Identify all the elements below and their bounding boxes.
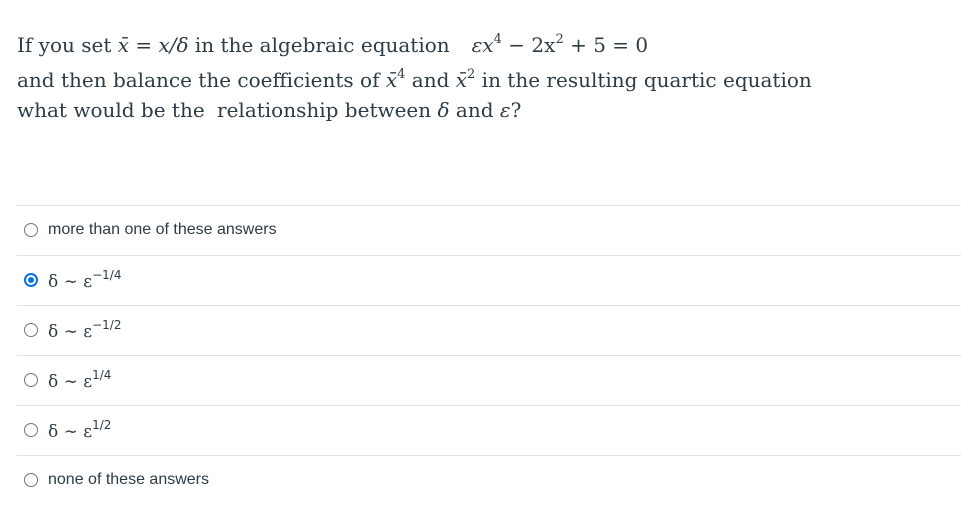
question-line2-end: in the resulting quartic equation [475, 68, 812, 92]
answer-math-exponent: 1/2 [92, 418, 112, 432]
answer-math-exponent: −1/2 [92, 318, 122, 332]
radio-button[interactable] [24, 223, 38, 237]
answer-list: more than one of these answers δ ∼ ε−1/4… [17, 205, 961, 504]
epsilon-symbol: ε [499, 98, 511, 122]
equation-term-2: − 2x [501, 33, 556, 57]
radio-button-selected[interactable] [24, 273, 38, 287]
equation-exponent-4: 4 [493, 32, 502, 47]
radio-button[interactable] [24, 373, 38, 387]
equation-tail: + 5 = 0 [563, 33, 649, 57]
question-line3-start: what would be the [17, 98, 212, 122]
question-text: If you set x̄ = x/δ in the algebraic equ… [17, 25, 947, 125]
equation-exponent-2: 2 [555, 32, 564, 47]
question-line-3: what would be the relationship between δ… [17, 95, 947, 125]
question-mark: ? [510, 98, 522, 122]
answer-label: δ ∼ ε−1/2 [48, 318, 121, 342]
radio-button[interactable] [24, 423, 38, 437]
answer-label: δ ∼ ε1/2 [48, 418, 111, 442]
question-substitution: x̄ = x/δ [117, 33, 189, 57]
answer-math-base: δ ∼ ε [48, 322, 93, 342]
answer-label: δ ∼ ε−1/4 [48, 268, 121, 292]
answer-option-none[interactable]: none of these answers [17, 455, 961, 504]
answer-option-eps-quarter[interactable]: δ ∼ ε1/4 [17, 355, 961, 404]
question-line2-and: and [405, 68, 456, 92]
delta-symbol: δ [437, 98, 450, 122]
radio-button[interactable] [24, 323, 38, 337]
answer-math-exponent: −1/4 [92, 268, 122, 282]
answer-math-exponent: 1/4 [92, 368, 112, 382]
answer-math-base: δ ∼ ε [48, 372, 93, 392]
equation-term-1: εx [471, 33, 494, 57]
radio-button[interactable] [24, 473, 38, 487]
question-line2-start: and then balance the coefficients of [17, 68, 386, 92]
answer-option-eps-half[interactable]: δ ∼ ε1/2 [17, 405, 961, 454]
xbar-symbol: x̄ [455, 68, 468, 92]
answer-option-eps-neg-half[interactable]: δ ∼ ε−1/2 [17, 305, 961, 354]
question-line3-mid: relationship between [217, 98, 438, 122]
question-line3-and: and [449, 98, 500, 122]
answer-option-more-than-one[interactable]: more than one of these answers [17, 205, 961, 254]
answer-label: more than one of these answers [48, 221, 277, 238]
question-line-1: If you set x̄ = x/δ in the algebraic equ… [17, 25, 947, 60]
xbar-symbol: x̄ [385, 68, 398, 92]
answer-math-base: δ ∼ ε [48, 272, 93, 292]
question-line-2: and then balance the coefficients of x̄4… [17, 60, 947, 95]
question-line1-mid: in the algebraic equation [188, 33, 450, 57]
answer-math-base: δ ∼ ε [48, 422, 93, 442]
answer-option-eps-neg-quarter[interactable]: δ ∼ ε−1/4 [17, 255, 961, 304]
answer-label: δ ∼ ε1/4 [48, 368, 111, 392]
question-line1-text: If you set [17, 33, 118, 57]
answer-label: none of these answers [48, 471, 209, 488]
